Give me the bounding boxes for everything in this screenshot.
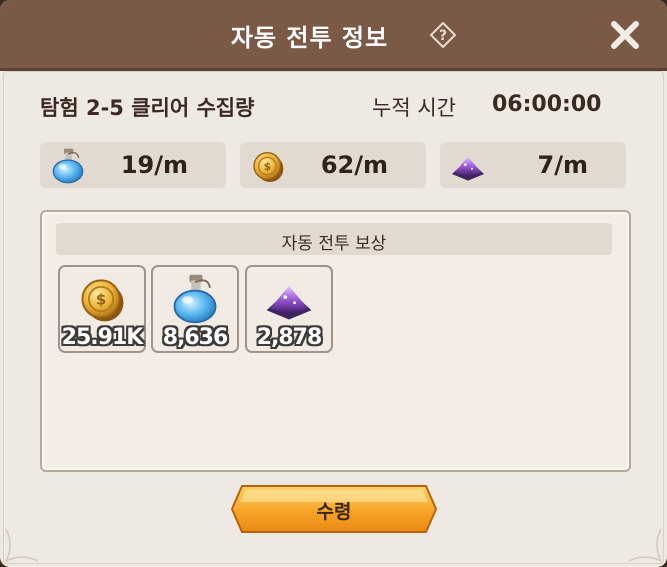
reward-slot-gold[interactable]: 25.91K [58,265,146,353]
blue-potion-icon [48,146,88,186]
rate-potion-value: 19/m [120,151,188,179]
stage-clear-label: 탐험 2-5 클리어 수집량 [40,96,255,120]
elapsed-time-value: 06:00:00 [492,92,602,117]
panel-title: 자동 전투 정보 [230,24,389,52]
close-icon[interactable] [608,18,642,52]
corner-ornament-icon [5,528,39,562]
rate-gold-value: 62/m [320,151,388,179]
blue-potion-icon [165,271,225,327]
corner-ornament-icon [628,528,662,562]
reward-potion-count: 8,636 [162,325,229,350]
reward-slot-potion[interactable]: 8,636 [151,265,239,353]
reward-dust-count: 2,878 [256,325,323,350]
help-icon[interactable]: ? [430,22,456,48]
rate-dust-value: 7/m [537,151,588,179]
auto-battle-panel: 자동 전투 정보 ? 탐험 2-5 클리어 수집량 누적 시간 06:00:00… [0,0,667,567]
claim-button-label: 수령 [316,501,352,523]
reward-header: 자동 전투 보상 [56,223,612,255]
claim-button[interactable]: 수령 [230,484,438,534]
rate-potion: 19/m [40,142,226,188]
purple-dust-icon [448,146,488,186]
reward-gold-count: 25.91K [61,325,144,350]
reward-slot-dust[interactable]: 2,878 [245,265,333,353]
elapsed-time-label: 누적 시간 [372,96,456,120]
rate-gold: 62/m [240,142,426,188]
svg-text:?: ? [439,28,447,44]
gold-coin-icon [72,271,132,327]
reward-title: 자동 전투 보상 [281,234,387,254]
rate-dust: 7/m [440,142,626,188]
gold-coin-icon [248,146,288,186]
panel-title-row: 자동 전투 정보 [0,18,667,53]
purple-dust-icon [259,271,319,327]
